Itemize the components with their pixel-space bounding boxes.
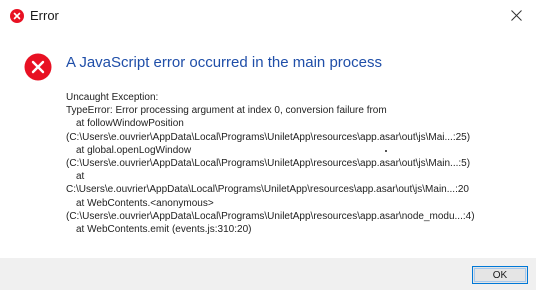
message-line: C:\Users\e.ouvrier\AppData\Local\Program… (66, 184, 469, 196)
message-line: at WebContents.emit (events.js:310:20) (76, 223, 252, 235)
error-message: Uncaught Exception: TypeError: Error proc… (66, 91, 530, 236)
close-icon[interactable] (510, 9, 522, 21)
error-icon (10, 9, 24, 23)
title-bar: Error (0, 0, 536, 30)
message-line: (C:\Users\e.ouvrier\AppData\Local\Progra… (66, 210, 475, 222)
stray-dot (385, 150, 387, 152)
message-line: (C:\Users\e.ouvrier\AppData\Local\Progra… (66, 157, 471, 169)
message-line: at followWindowPosition (76, 118, 184, 130)
message-line: TypeError: Error processing argument at … (66, 105, 387, 117)
window-title: Error (30, 8, 59, 23)
message-line: Uncaught Exception: (66, 92, 159, 103)
error-icon (24, 53, 52, 81)
message-line: at (76, 171, 85, 183)
message-line: at WebContents.<anonymous> (76, 197, 214, 209)
ok-button[interactable]: OK (472, 266, 528, 284)
button-bar (0, 258, 536, 290)
message-line: at global.openLogWindow (76, 144, 192, 156)
error-dialog: Error A JavaScript error occurred in the… (0, 0, 536, 290)
message-line: (C:\Users\e.ouvrier\AppData\Local\Progra… (66, 131, 471, 143)
error-heading: A JavaScript error occurred in the main … (66, 54, 382, 71)
close-button[interactable] (496, 0, 536, 30)
